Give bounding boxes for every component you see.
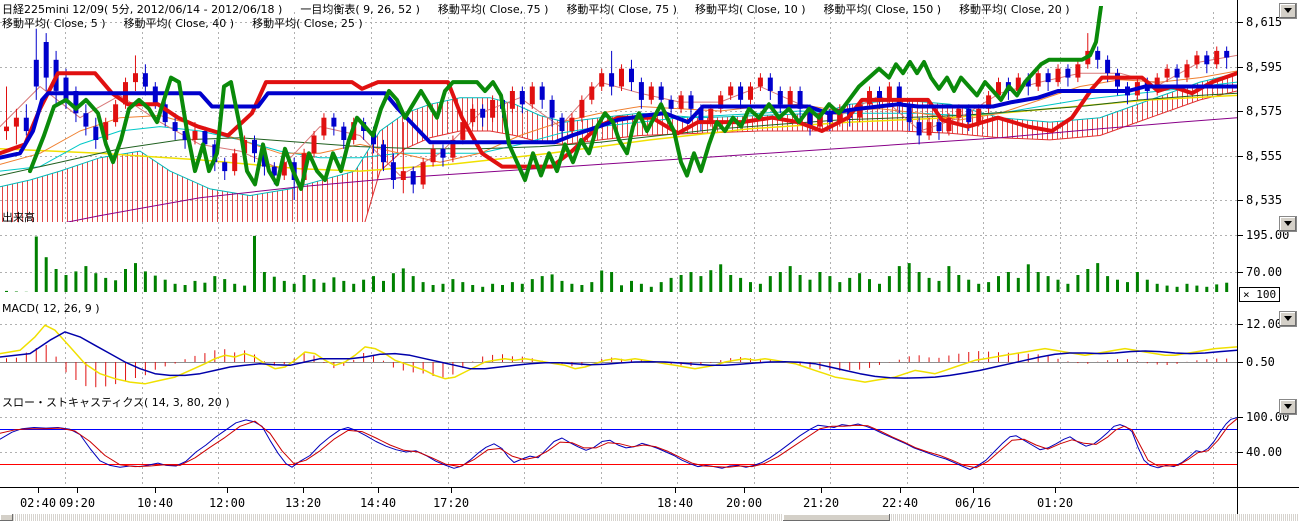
volume-bars (0, 236, 1237, 293)
time-axis-label: 06/16 (955, 496, 991, 510)
volume-multiplier-box: × 100 (1239, 287, 1280, 302)
horizontal-scrollbar[interactable] (0, 514, 1299, 521)
legend-ma5: 移動平均( Close, 5 ) (2, 15, 106, 31)
macd-scale-dropdown-button[interactable] (1279, 311, 1297, 327)
candlestick-series (4, 29, 1229, 200)
scrollbar-left-button[interactable] (0, 514, 13, 521)
legend-ma10: 移動平均( Close, 10 ) (695, 1, 806, 17)
stochastics-panel-label: スロー・ストキャスティクス( 14, 3, 80, 20 ) (2, 394, 230, 410)
macd-panel-label: MACD( 12, 26, 9 ) (2, 302, 100, 315)
volume-scale-dropdown-button[interactable] (1279, 216, 1297, 232)
time-axis-label: 02:40 (20, 496, 56, 510)
time-axis-label: 12:00 (209, 496, 245, 510)
legend-ma25: 移動平均( Close, 25 ) (252, 15, 363, 31)
chevron-down-icon (1284, 404, 1292, 413)
y-axis-label: 8,535 (1246, 193, 1282, 207)
y-axis-label: 8,555 (1246, 149, 1282, 163)
y-axis-label: 12.00 (1246, 317, 1282, 331)
time-axis-label: 01:20 (1037, 496, 1073, 510)
stoch-scale-dropdown-button[interactable] (1279, 399, 1297, 415)
macd-histogram (7, 345, 1227, 387)
y-axis-label: 8,595 (1246, 60, 1282, 74)
scrollbar-thumb[interactable] (783, 514, 890, 521)
macd-signal-line (0, 332, 1237, 378)
indicator-legend-row-2: 移動平均( Close, 5 ) 移動平均( Close, 40 ) 移動平均(… (2, 15, 363, 31)
legend-ma40: 移動平均( Close, 40 ) (124, 15, 235, 31)
chevron-down-icon (1284, 316, 1292, 325)
time-axis-label: 13:20 (285, 496, 321, 510)
stoch-d-line (0, 419, 1237, 468)
chevron-down-icon (1284, 8, 1292, 17)
chikou-line (30, 6, 1101, 189)
time-axis-label: 20:00 (726, 496, 762, 510)
volume-gridlines (0, 236, 1237, 273)
time-axis-label: 22:40 (882, 496, 918, 510)
legend-ma75: 移動平均( Close, 75 ) (438, 1, 549, 17)
chevron-down-icon (1284, 221, 1292, 230)
time-axis-label: 17:20 (433, 496, 469, 510)
legend-ma20: 移動平均( Close, 20 ) (959, 1, 1070, 17)
time-axis-label: 14:40 (360, 496, 396, 510)
chart-canvas (0, 0, 1299, 521)
time-axis-label: 09:20 (59, 496, 95, 510)
time-axis-label: 10:40 (137, 496, 173, 510)
y-axis-label: 0.50 (1246, 355, 1275, 369)
price-scale-dropdown-button[interactable] (1279, 3, 1297, 19)
y-axis-label: 8,575 (1246, 104, 1282, 118)
y-axis-label: 40.00 (1246, 445, 1282, 459)
legend-ma150: 移動平均( Close, 150 ) (824, 1, 942, 17)
time-axis-label: 18:40 (657, 496, 693, 510)
time-axis-label: 21:20 (803, 496, 839, 510)
volume-panel-label: 出来高 (2, 209, 35, 225)
chart-application-window: 日経225mini 12/09( 5分, 2012/06/14 - 2012/0… (0, 0, 1299, 521)
y-axis-label: 70.00 (1246, 265, 1282, 279)
y-axis-label: 8,615 (1246, 15, 1282, 29)
legend-ma75b: 移動平均( Close, 75 ) (566, 1, 677, 17)
